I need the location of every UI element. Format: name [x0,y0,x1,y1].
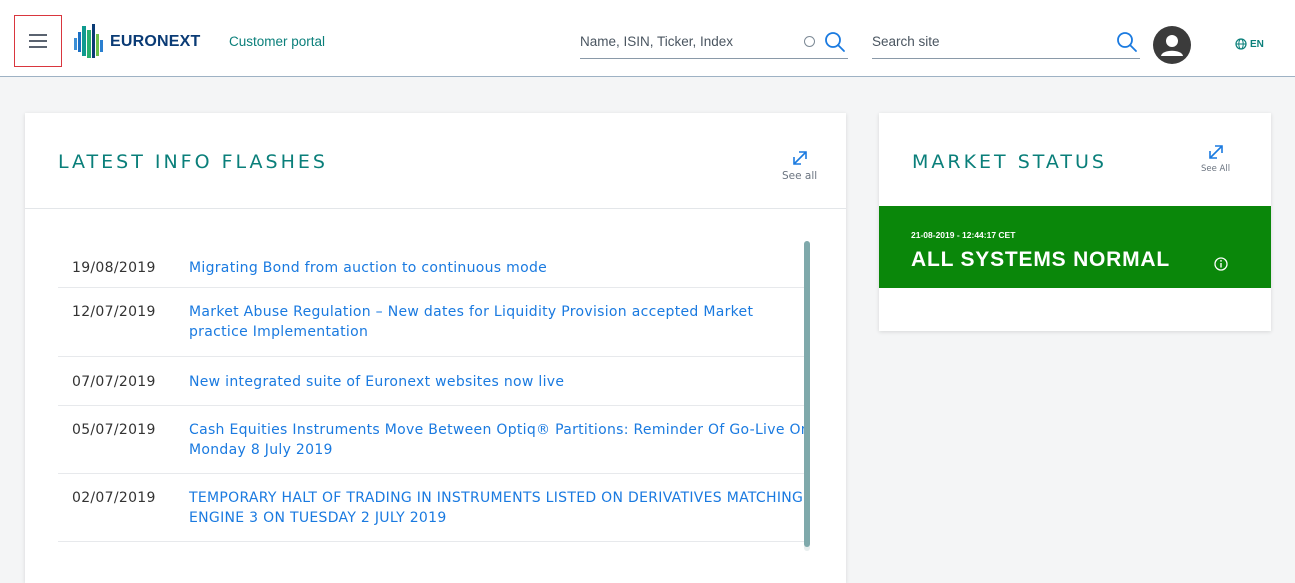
flash-date: 05/07/2019 [72,422,156,438]
menu-line [29,34,47,36]
menu-line [29,46,47,48]
list-item: 02/07/2019 TEMPORARY HALT OF TRADING IN … [58,474,810,542]
list-item: 07/07/2019 New integrated suite of Euron… [58,357,810,406]
user-icon [1161,35,1183,56]
flash-link[interactable]: TEMPORARY HALT OF TRADING IN INSTRUMENTS… [189,488,810,528]
market-status-card: MARKET STATUS See All 21-08-2019 - 12:44… [879,113,1271,331]
site-search-input[interactable] [872,27,1062,55]
see-all-label: See all [782,170,818,182]
site-search [872,27,1140,59]
search-icon[interactable] [1116,31,1138,53]
status-timestamp: 21-08-2019 - 12:44:17 CET [911,230,1016,240]
search-icon[interactable] [824,31,846,53]
hamburger-menu-button[interactable] [14,15,62,67]
instrument-search [580,27,848,59]
expand-arrow-icon [1208,145,1223,159]
flash-date: 19/08/2019 [72,260,156,276]
market-status-title: MARKET STATUS [912,151,1107,173]
info-flashes-title: LATEST INFO FLASHES [58,151,328,173]
status-text: ALL SYSTEMS NORMAL [911,248,1171,271]
info-flashes-list: 19/08/2019 Migrating Bond from auction t… [58,243,810,542]
brand-name: EURONEXT [110,33,201,50]
status-banner: 21-08-2019 - 12:44:17 CET ALL SYSTEMS NO… [879,206,1271,288]
flash-link[interactable]: Cash Equities Instruments Move Between O… [189,420,810,460]
flash-link[interactable]: Market Abuse Regulation – New dates for … [189,302,810,342]
flash-date: 02/07/2019 [72,490,156,506]
scrollbar-thumb[interactable] [804,241,810,547]
flash-date: 07/07/2019 [72,374,156,390]
see-all-market-status-link[interactable]: See All [1201,143,1230,174]
globe-icon [1235,38,1247,50]
expand-arrow-icon [792,151,807,165]
language-selector[interactable]: EN [1235,38,1264,50]
instrument-search-input[interactable] [580,27,770,55]
see-all-info-flashes-link[interactable]: See all [782,149,817,182]
see-all-label: See All [1201,164,1231,174]
menu-line [29,40,47,42]
flash-date: 12/07/2019 [72,304,156,320]
flash-link[interactable]: Migrating Bond from auction to continuou… [189,258,810,278]
list-item: 05/07/2019 Cash Equities Instruments Mov… [58,406,810,474]
list-item: 19/08/2019 Migrating Bond from auction t… [58,243,810,288]
user-avatar[interactable] [1153,26,1191,64]
euronext-logo[interactable]: EURONEXT [74,24,201,60]
list-item: 12/07/2019 Market Abuse Regulation – New… [58,288,810,357]
latest-info-flashes-card: LATEST INFO FLASHES See all 19/08/2019 M… [25,113,846,583]
customer-portal-label: Customer portal [229,34,326,49]
euronext-logo-icon [74,24,103,58]
flash-link[interactable]: New integrated suite of Euronext website… [189,372,810,392]
card-divider [25,208,846,209]
info-icon[interactable] [1214,257,1228,271]
language-label: EN [1250,38,1264,50]
loading-ring-icon [804,36,815,47]
site-header: EURONEXT Customer portal EN [0,5,1295,77]
